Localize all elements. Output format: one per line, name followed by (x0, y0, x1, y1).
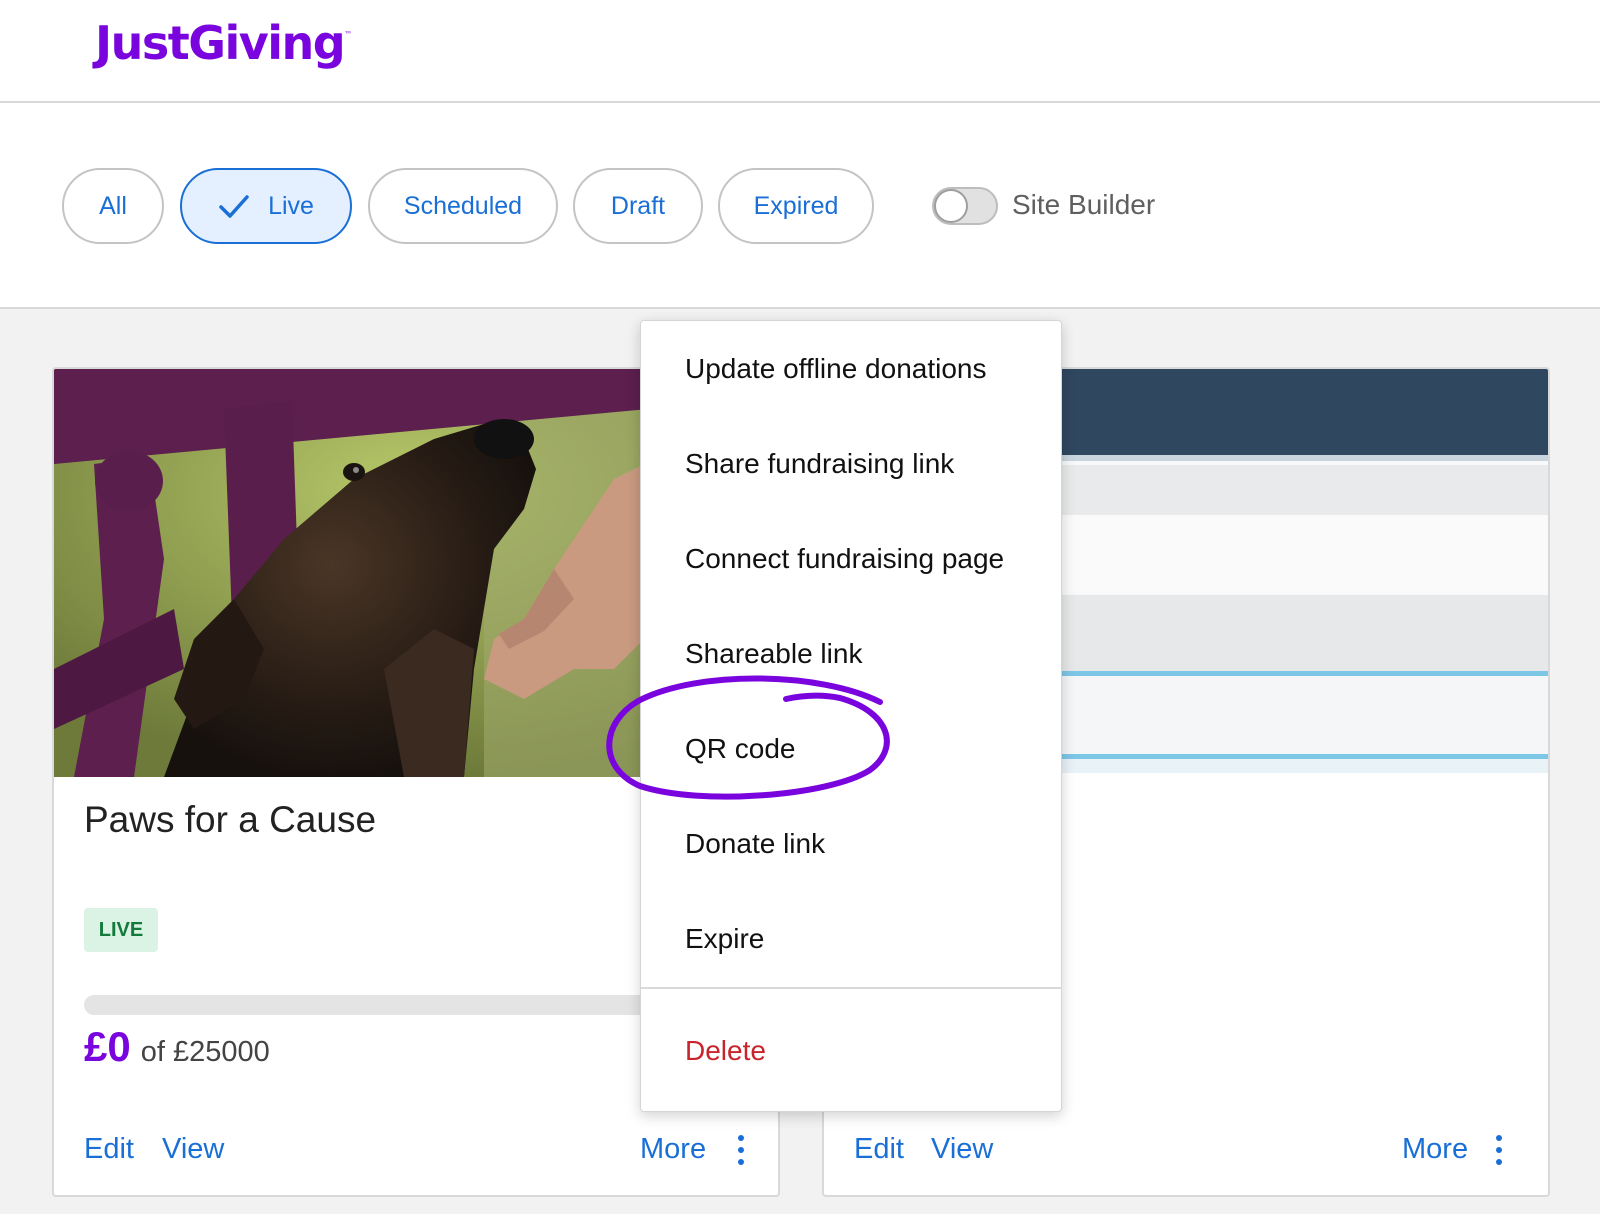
menu-item-update-offline-donations[interactable]: Update offline donations (641, 321, 1061, 416)
more-actions-menu: Update offline donations Share fundraisi… (640, 320, 1062, 1112)
filter-chip-label: All (99, 191, 127, 220)
menu-item-shareable-link[interactable]: Shareable link (641, 606, 1061, 701)
more-vertical-icon[interactable] (1494, 1135, 1504, 1165)
filter-chip-all[interactable]: All (62, 168, 164, 244)
raised-amount: £0 (84, 1023, 131, 1070)
raised-summary: £0 of £25000 (84, 1023, 270, 1071)
menu-item-delete[interactable]: Delete (641, 1003, 1061, 1098)
top-header: JustGiving™ (0, 0, 1600, 103)
filter-chip-label: Scheduled (403, 191, 523, 220)
more-button[interactable]: More (1402, 1133, 1468, 1166)
target-amount: of £25000 (140, 1036, 270, 1068)
toggle-knob (934, 189, 968, 223)
filter-chip-scheduled[interactable]: Scheduled (368, 168, 558, 244)
checkmark-icon (219, 195, 249, 218)
menu-divider (641, 987, 1061, 989)
more-vertical-icon[interactable] (736, 1135, 746, 1165)
filter-bar: All Live Scheduled Draft Expired Site Bu… (0, 103, 1600, 309)
filter-chip-draft[interactable]: Draft (573, 168, 703, 244)
card-title: Paws for a Cause (84, 799, 377, 840)
site-builder-label: Site Builder (1012, 189, 1156, 220)
more-button[interactable]: More (640, 1133, 706, 1166)
card-actions: Edit View More (824, 1115, 1548, 1195)
card-actions: Edit View More (54, 1115, 778, 1195)
menu-item-qr-code[interactable]: QR code (641, 701, 1061, 796)
menu-item-donate-link[interactable]: Donate link (641, 796, 1061, 891)
edit-link[interactable]: Edit (854, 1133, 904, 1166)
menu-item-connect-fundraising-page[interactable]: Connect fundraising page (641, 511, 1061, 606)
filter-chip-label: Draft (610, 191, 666, 220)
filter-chip-expired[interactable]: Expired (718, 168, 874, 244)
filter-chip-label: Expired (753, 191, 839, 220)
site-builder-toggle[interactable] (932, 187, 998, 225)
menu-item-expire[interactable]: Expire (641, 891, 1061, 986)
filter-chip-live[interactable]: Live (180, 168, 352, 244)
edit-link[interactable]: Edit (84, 1133, 134, 1166)
filter-chip-label: Live (268, 191, 314, 220)
view-link[interactable]: View (931, 1133, 993, 1166)
view-link[interactable]: View (162, 1133, 224, 1166)
status-badge: LIVE (84, 908, 158, 952)
menu-item-share-fundraising-link[interactable]: Share fundraising link (641, 416, 1061, 511)
justgiving-logo[interactable]: JustGiving™ (95, 16, 352, 70)
